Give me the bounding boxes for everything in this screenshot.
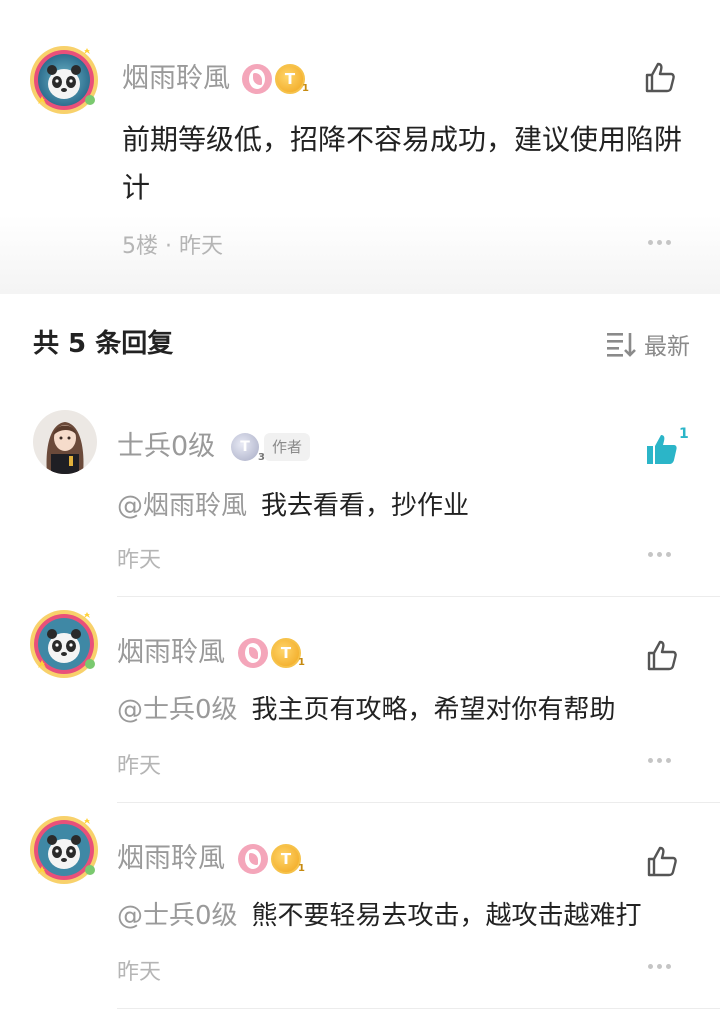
level-badge-letter: T (280, 850, 292, 868)
level-badge-sub: 1 (298, 657, 305, 668)
reply-mention[interactable]: @士兵0级 (117, 901, 238, 931)
reply-username[interactable]: 烟雨聆風 (117, 636, 225, 670)
girl-avatar[interactable] (33, 410, 97, 474)
more-dots-icon[interactable] (648, 550, 678, 560)
thumbs-up-filled-icon[interactable] (644, 432, 680, 468)
vip-badge-icon (238, 844, 268, 874)
reply-time: 昨天 (117, 960, 162, 985)
thumbs-up-icon[interactable] (642, 60, 678, 96)
reply-text: @烟雨聆風 我去看看，抄作业 (117, 486, 469, 526)
thumbs-up-icon[interactable] (644, 638, 680, 674)
reply-count: 共 5 条回复 (33, 329, 174, 359)
level-badge-icon: T1 (271, 844, 305, 874)
reply-username[interactable]: 士兵0级 (117, 430, 215, 464)
level-badge-icon: T3 (231, 433, 265, 463)
comment-text: 前期等级低，招降不容易成功，建议使用陷阱计 (122, 123, 683, 204)
sort-list-icon (607, 333, 636, 357)
panda-avatar[interactable] (26, 606, 102, 682)
level-badge-letter: T (284, 70, 296, 88)
meta-separator: · (165, 234, 172, 259)
panda-avatar[interactable] (26, 812, 102, 888)
reply-username[interactable]: 烟雨聆風 (117, 842, 225, 876)
sort-button[interactable]: 最新 (606, 328, 690, 360)
comment-time: 昨天 (179, 234, 224, 259)
level-badge-icon: T1 (271, 638, 305, 668)
reply-text: @士兵0级 我主页有攻略，希望对你有帮助 (117, 690, 616, 730)
divider (117, 1008, 720, 1009)
level-badge-letter: T (280, 644, 292, 662)
floor-number: 5楼 (122, 234, 158, 259)
thumbs-up-icon[interactable] (644, 844, 680, 880)
level-badge-icon: T1 (275, 64, 309, 94)
comment-username[interactable]: 烟雨聆風 (122, 62, 230, 96)
level-badge-letter: T (240, 439, 250, 455)
panda-avatar[interactable] (26, 42, 102, 118)
reply-mention[interactable]: @烟雨聆風 (117, 491, 247, 521)
divider (117, 596, 720, 597)
level-badge-sub: 1 (302, 83, 309, 94)
level-badge-sub: 1 (298, 863, 305, 874)
main-comment: 烟雨聆風 T1 前期等级低，招降不容易成功，建议使用陷阱计 5楼 · 昨天 (0, 0, 720, 294)
more-dots-icon[interactable] (648, 962, 678, 972)
replies-header: 共 5 条回复 最新 (0, 294, 720, 394)
more-dots-icon[interactable] (648, 756, 678, 766)
author-tag: 作者 (264, 433, 311, 461)
like-count: 1 (679, 426, 689, 442)
sort-label: 最新 (644, 334, 690, 360)
reply-text: @士兵0级 熊不要轻易去攻击，越攻击越难打 (117, 896, 642, 936)
vip-badge-icon (242, 64, 272, 94)
reply-content: 熊不要轻易去攻击，越攻击越难打 (251, 901, 642, 931)
more-dots-icon[interactable] (648, 238, 678, 248)
reply-content: 我去看看，抄作业 (261, 491, 470, 521)
reply-time: 昨天 (117, 548, 162, 573)
vip-badge-icon (238, 638, 268, 668)
reply-content: 我主页有攻略，希望对你有帮助 (251, 695, 616, 725)
comment-meta: 5楼 · 昨天 (122, 228, 223, 260)
reply-time: 昨天 (117, 754, 162, 779)
divider (117, 802, 720, 803)
reply-mention[interactable]: @士兵0级 (117, 695, 238, 725)
